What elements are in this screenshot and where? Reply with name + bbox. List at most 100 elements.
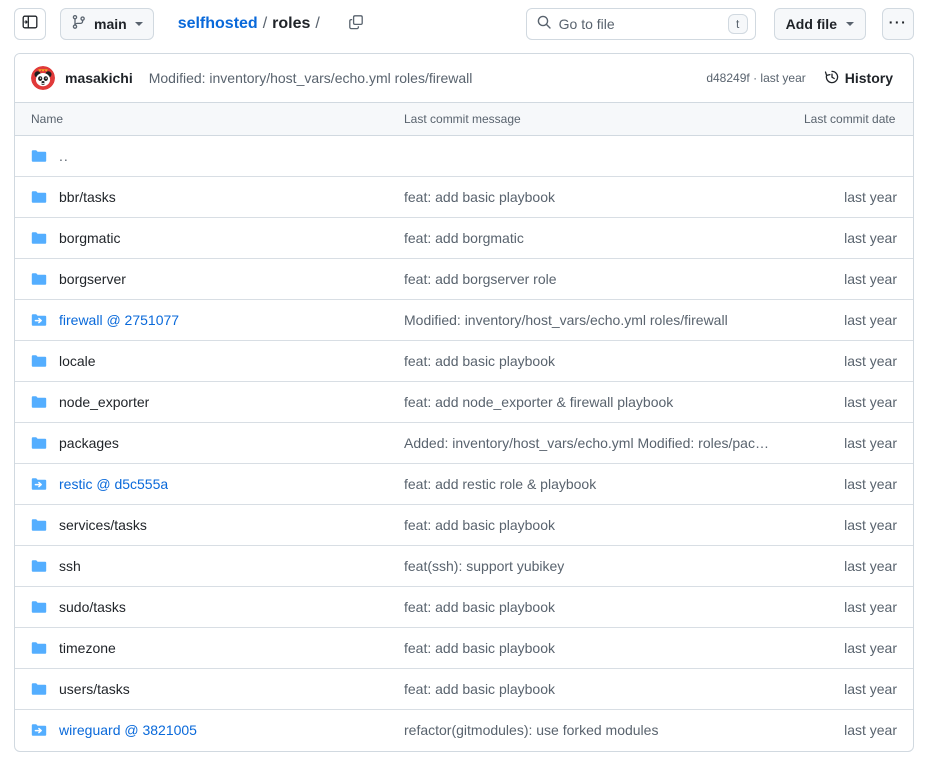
commit-author-link[interactable]: masakichi (65, 70, 133, 86)
file-name-cell: sudo/tasks (15, 587, 388, 628)
file-name-label[interactable]: users/tasks (59, 681, 130, 697)
file-name-label[interactable]: node_exporter (59, 394, 149, 410)
file-commit-message[interactable]: feat: add basic playbook (388, 341, 788, 382)
table-row[interactable]: timezone feat: add basic playbook last y… (15, 628, 913, 669)
table-row[interactable]: firewall @ 2751077 Modified: inventory/h… (15, 300, 913, 341)
file-commit-message[interactable]: feat(ssh): support yubikey (388, 546, 788, 587)
file-name-label[interactable]: .. (59, 148, 69, 164)
search-input[interactable] (559, 16, 721, 32)
file-commit-message[interactable]: Added: inventory/host_vars/echo.yml Modi… (388, 423, 788, 464)
file-name-cell: bbr/tasks (15, 177, 388, 218)
file-name-cell: timezone (15, 628, 388, 669)
file-name-label[interactable]: packages (59, 435, 119, 451)
table-row[interactable]: locale feat: add basic playbook last yea… (15, 341, 913, 382)
submodule-folder-icon (31, 722, 47, 738)
table-row[interactable]: node_exporter feat: add node_exporter & … (15, 382, 913, 423)
table-row-parent-directory[interactable]: .. (15, 136, 913, 177)
folder-icon (31, 353, 47, 369)
sidebar-expand-icon (22, 14, 38, 35)
avatar[interactable] (31, 66, 55, 90)
folder-icon (31, 148, 47, 164)
submodule-folder-icon (31, 476, 47, 492)
file-commit-date (788, 136, 913, 177)
more-options-button[interactable]: ··· (882, 8, 914, 40)
file-name-label[interactable]: bbr/tasks (59, 189, 116, 205)
search-icon (536, 14, 552, 35)
commit-meta-group: d48249f · last year History (706, 66, 897, 91)
file-name-cell: ssh (15, 546, 388, 587)
folder-icon (31, 558, 47, 574)
file-name-label[interactable]: restic @ d5c555a (59, 476, 168, 492)
file-name-label[interactable]: wireguard @ 3821005 (59, 722, 197, 738)
file-commit-message[interactable]: feat: add basic playbook (388, 669, 788, 710)
file-name-label[interactable]: borgmatic (59, 230, 120, 246)
file-commit-date: last year (788, 177, 913, 218)
table-row[interactable]: wireguard @ 3821005 refactor(gitmodules)… (15, 710, 913, 751)
file-commit-message[interactable]: feat: add basic playbook (388, 177, 788, 218)
branch-selector-button[interactable]: main (60, 8, 154, 40)
file-commit-message[interactable]: feat: add borgserver role (388, 259, 788, 300)
latest-commit-bar: masakichi Modified: inventory/host_vars/… (15, 54, 913, 103)
file-commit-date: last year (788, 546, 913, 587)
repository-file-browser: main selfhosted / roles / (0, 0, 928, 783)
breadcrumb-trailing-separator: / (315, 15, 319, 33)
file-commit-date: last year (788, 341, 913, 382)
column-header-date: Last commit date (788, 103, 913, 136)
breadcrumb-current-path: roles (272, 15, 310, 33)
file-commit-message[interactable]: feat: add borgmatic (388, 218, 788, 259)
file-name-label[interactable]: sudo/tasks (59, 599, 126, 615)
folder-icon (31, 271, 47, 287)
folder-icon (31, 230, 47, 246)
file-commit-message[interactable]: refactor(gitmodules): use forked modules (388, 710, 788, 751)
table-row[interactable]: ssh feat(ssh): support yubikey last year (15, 546, 913, 587)
file-table-header-row: Name Last commit message Last commit dat… (15, 103, 913, 136)
copy-path-button[interactable] (341, 9, 371, 39)
folder-icon (31, 189, 47, 205)
file-commit-message[interactable]: feat: add basic playbook (388, 505, 788, 546)
table-row[interactable]: services/tasks feat: add basic playbook … (15, 505, 913, 546)
file-name-cell: users/tasks (15, 669, 388, 710)
sidebar-toggle-button[interactable] (14, 8, 46, 40)
table-row[interactable]: packages Added: inventory/host_vars/echo… (15, 423, 913, 464)
table-row[interactable]: restic @ d5c555a feat: add restic role &… (15, 464, 913, 505)
file-name-label[interactable]: timezone (59, 640, 116, 656)
file-name-label[interactable]: locale (59, 353, 96, 369)
table-row[interactable]: borgserver feat: add borgserver role las… (15, 259, 913, 300)
file-name-cell: restic @ d5c555a (15, 464, 388, 505)
add-file-button[interactable]: Add file (774, 8, 866, 40)
commit-sha[interactable]: d48249f (706, 71, 749, 85)
file-name-cell: wireguard @ 3821005 (15, 710, 388, 751)
table-row[interactable]: users/tasks feat: add basic playbook las… (15, 669, 913, 710)
file-commit-date: last year (788, 423, 913, 464)
file-name-label[interactable]: firewall @ 2751077 (59, 312, 179, 328)
folder-icon (31, 599, 47, 615)
file-commit-message[interactable]: feat: add basic playbook (388, 628, 788, 669)
file-commit-message[interactable]: feat: add basic playbook (388, 587, 788, 628)
breadcrumb: selfhosted / roles / (178, 15, 325, 33)
git-branch-icon (71, 14, 87, 35)
add-file-label: Add file (786, 16, 837, 32)
folder-icon (31, 681, 47, 697)
file-name-label[interactable]: services/tasks (59, 517, 147, 533)
file-commit-message[interactable]: Modified: inventory/host_vars/echo.yml r… (388, 300, 788, 341)
file-commit-date: last year (788, 300, 913, 341)
file-commit-date: last year (788, 628, 913, 669)
file-name-cell: borgserver (15, 259, 388, 300)
history-button[interactable]: History (820, 66, 897, 91)
file-commit-message[interactable]: feat: add node_exporter & firewall playb… (388, 382, 788, 423)
column-header-message: Last commit message (388, 103, 788, 136)
go-to-file-search[interactable]: t (526, 8, 756, 40)
file-name-label[interactable]: borgserver (59, 271, 126, 287)
file-name-label[interactable]: ssh (59, 558, 81, 574)
table-row[interactable]: borgmatic feat: add borgmatic last year (15, 218, 913, 259)
search-shortcut-badge: t (728, 14, 748, 34)
folder-icon (31, 517, 47, 533)
table-row[interactable]: sudo/tasks feat: add basic playbook last… (15, 587, 913, 628)
breadcrumb-separator: / (263, 15, 267, 33)
folder-icon (31, 640, 47, 656)
latest-commit-message[interactable]: Modified: inventory/host_vars/echo.yml r… (149, 70, 473, 86)
table-row[interactable]: bbr/tasks feat: add basic playbook last … (15, 177, 913, 218)
breadcrumb-repo-link[interactable]: selfhosted (178, 15, 258, 33)
commit-sha-and-time: d48249f · last year (706, 71, 805, 85)
file-commit-message[interactable]: feat: add restic role & playbook (388, 464, 788, 505)
